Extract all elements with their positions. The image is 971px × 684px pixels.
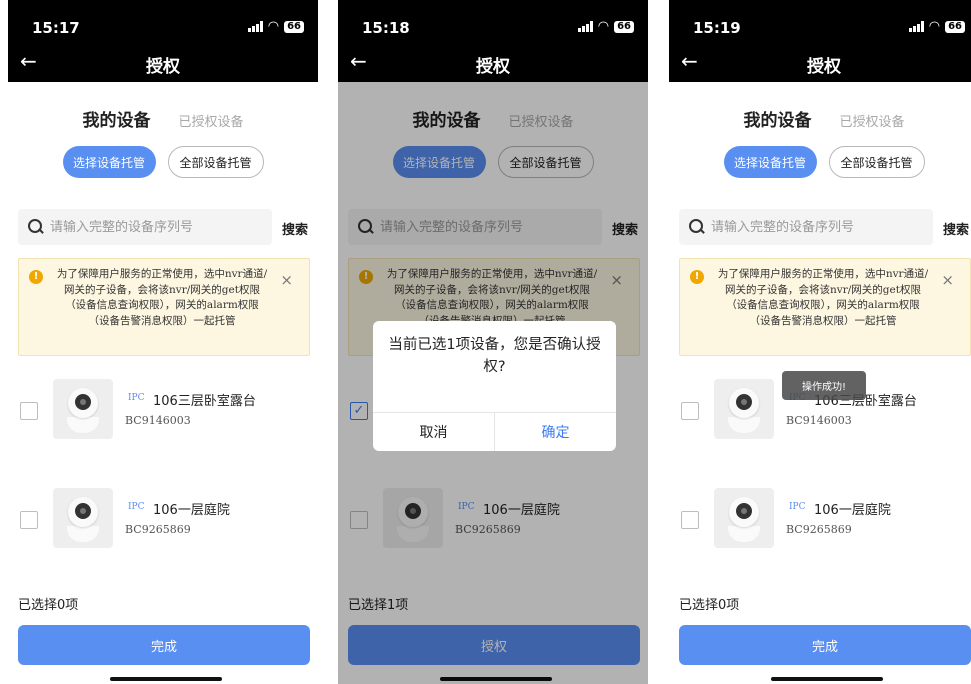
select-device-mode-button[interactable]: 选择设备托管 — [62, 146, 156, 178]
device-type-tag: IPC — [789, 502, 806, 512]
notice-text: 为了保障用户服务的正常使用，选中nvr通道/网关的子设备，会将该nvr/网关的g… — [56, 268, 268, 327]
home-indicator — [110, 677, 222, 681]
battery-icon: 66 — [945, 20, 965, 33]
device-tabs: 我的设备 已授权设备 — [8, 106, 318, 131]
camera-head — [68, 388, 98, 418]
status-icons: ◠ 66 — [247, 19, 304, 34]
signal-bars-icon — [577, 21, 593, 32]
cancel-button[interactable]: 取消 — [373, 413, 495, 451]
done-button[interactable]: 完成 — [18, 625, 310, 665]
search-icon — [28, 219, 44, 235]
signal-bars-icon — [908, 21, 924, 32]
select-device-mode-button[interactable]: 选择设备托管 — [723, 146, 817, 178]
device-serial: BC9265869 — [125, 523, 191, 536]
close-icon[interactable]: × — [941, 271, 954, 289]
device-checkbox[interactable] — [681, 402, 699, 420]
mode-selector: 选择设备托管 全部设备托管 — [8, 146, 318, 178]
signal-bars-icon — [247, 21, 263, 32]
warning-icon: ! — [29, 270, 43, 284]
camera-base — [67, 417, 99, 433]
status-icons: ◠ 66 — [577, 19, 634, 34]
camera-lens-icon — [75, 394, 91, 410]
search-box — [18, 209, 272, 245]
device-type-tag: IPC — [128, 393, 145, 403]
phone-screen-2: 15:18 ◠ 66 ← 授权 我的设备 已授权设备 选择设备托管 全部设备托管… — [338, 0, 648, 684]
device-tabs: 我的设备 已授权设备 — [669, 106, 971, 131]
tab-authorized-devices[interactable]: 已授权设备 — [839, 111, 904, 130]
status-time: 15:18 — [362, 19, 410, 37]
wifi-icon: ◠ — [597, 19, 610, 34]
status-time: 15:17 — [32, 19, 80, 37]
status-icons: ◠ 66 — [908, 19, 965, 34]
page-title: 授权 — [146, 57, 180, 77]
dialog-message: 当前已选1项设备，您是否确认授权? — [388, 337, 601, 375]
device-checkbox[interactable] — [20, 402, 38, 420]
camera-head — [68, 497, 98, 527]
status-time: 15:19 — [693, 19, 741, 37]
device-name: 106一层庭院 — [814, 503, 891, 518]
device-checkbox[interactable] — [20, 511, 38, 529]
device-name: 106一层庭院 — [153, 503, 230, 518]
all-devices-mode-button[interactable]: 全部设备托管 — [167, 146, 264, 178]
done-button[interactable]: 完成 — [679, 625, 971, 665]
phone-screen-3: 15:19 ◠ 66 ← 授权 我的设备 已授权设备 选择设备托管 全部设备托管… — [669, 0, 971, 684]
wifi-icon: ◠ — [267, 19, 280, 34]
device-serial: BC9146003 — [125, 414, 191, 427]
camera-base — [728, 417, 760, 433]
phone-screen-1: 15:17 ◠ 66 ← 授权 我的设备 已授权设备 选择设备托管 全部设备托管… — [8, 0, 318, 684]
success-toast: 操作成功! — [782, 371, 866, 400]
notice-text: 为了保障用户服务的正常使用，选中nvr通道/网关的子设备，会将该nvr/网关的g… — [717, 268, 929, 327]
wifi-icon: ◠ — [928, 19, 941, 34]
search-input[interactable] — [711, 219, 921, 235]
top-bar: 15:19 ◠ 66 ← 授权 — [669, 0, 971, 82]
top-bar: 15:17 ◠ 66 ← 授权 — [8, 0, 318, 82]
device-type-tag: IPC — [128, 502, 145, 512]
search-icon — [689, 219, 705, 235]
dialog-actions: 取消 确定 — [373, 412, 616, 451]
device-row[interactable]: IPC 106一层庭院 BC9265869 — [669, 485, 971, 555]
home-indicator — [771, 677, 883, 681]
search-button[interactable]: 搜索 — [943, 219, 969, 238]
confirm-button[interactable]: 确定 — [495, 413, 616, 451]
device-serial: BC9146003 — [786, 414, 852, 427]
all-devices-mode-button[interactable]: 全部设备托管 — [828, 146, 925, 178]
camera-thumbnail — [53, 488, 113, 548]
device-name: 106三层卧室露台 — [153, 394, 256, 409]
selected-count: 已选择0项 — [18, 598, 79, 613]
camera-lens-icon — [736, 394, 752, 410]
camera-lens-icon — [75, 503, 91, 519]
camera-head — [729, 388, 759, 418]
confirm-dialog: 当前已选1项设备，您是否确认授权? 取消 确定 — [373, 321, 616, 451]
top-bar: 15:18 ◠ 66 ← 授权 — [338, 0, 648, 82]
page-title: 授权 — [807, 57, 841, 77]
close-icon[interactable]: × — [280, 271, 293, 289]
tab-authorized-devices[interactable]: 已授权设备 — [178, 111, 243, 130]
camera-base — [728, 526, 760, 542]
battery-icon: 66 — [614, 20, 634, 33]
camera-thumbnail — [714, 379, 774, 439]
device-row[interactable]: IPC 106一层庭院 BC9265869 — [8, 485, 318, 555]
camera-base — [67, 526, 99, 542]
device-serial: BC9265869 — [786, 523, 852, 536]
device-row[interactable]: IPC 106三层卧室露台 BC9146003 — [8, 376, 318, 446]
selected-count: 已选择0项 — [679, 598, 740, 613]
camera-lens-icon — [736, 503, 752, 519]
tab-my-devices[interactable]: 我的设备 — [82, 106, 150, 131]
camera-thumbnail — [53, 379, 113, 439]
search-input[interactable] — [50, 219, 260, 235]
device-checkbox[interactable] — [681, 511, 699, 529]
page-title: 授权 — [476, 57, 510, 77]
warning-icon: ! — [690, 270, 704, 284]
camera-thumbnail — [714, 488, 774, 548]
tab-my-devices[interactable]: 我的设备 — [743, 106, 811, 131]
battery-icon: 66 — [284, 20, 304, 33]
notice-banner: ! 为了保障用户服务的正常使用，选中nvr通道/网关的子设备，会将该nvr/网关… — [18, 258, 310, 356]
search-button[interactable]: 搜索 — [282, 219, 308, 238]
mode-selector: 选择设备托管 全部设备托管 — [669, 146, 971, 178]
search-box — [679, 209, 933, 245]
screenshot-triptych: 15:17 ◠ 66 ← 授权 我的设备 已授权设备 选择设备托管 全部设备托管… — [0, 0, 971, 684]
camera-head — [729, 497, 759, 527]
notice-banner: ! 为了保障用户服务的正常使用，选中nvr通道/网关的子设备，会将该nvr/网关… — [679, 258, 971, 356]
